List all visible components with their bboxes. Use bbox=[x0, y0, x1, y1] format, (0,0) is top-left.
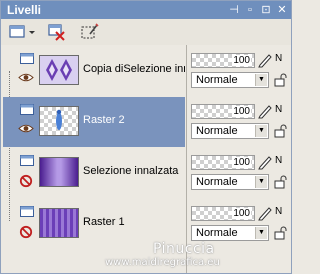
layer-thumbnail bbox=[39, 106, 79, 136]
hidden-icon[interactable] bbox=[19, 225, 33, 239]
delete-layer-icon[interactable] bbox=[47, 22, 67, 42]
layer-properties: 100 N Normale ▼ bbox=[189, 97, 291, 147]
opacity-value: 100 bbox=[232, 106, 251, 117]
layer-row[interactable]: Selezione innalzata bbox=[3, 148, 185, 198]
pen-label: N bbox=[275, 206, 283, 217]
edit-pen-icon[interactable] bbox=[257, 205, 273, 221]
layer-row[interactable]: Raster 2 bbox=[3, 97, 185, 147]
pen-label: N bbox=[275, 155, 283, 166]
new-layer-icon[interactable] bbox=[7, 22, 27, 42]
close-icon[interactable]: ✕ bbox=[275, 3, 289, 17]
watermark-name: Pinuccia bbox=[153, 241, 215, 257]
panel-title: Livelli bbox=[7, 3, 42, 17]
layer-thumbnail bbox=[39, 55, 79, 85]
layer-properties: 100 N Normale ▼ bbox=[189, 46, 291, 96]
eye-icon[interactable] bbox=[18, 72, 34, 83]
opacity-slider[interactable]: 100 bbox=[191, 155, 255, 170]
pin-icon[interactable]: ⊣ bbox=[227, 3, 241, 17]
title-bar[interactable]: Livelli ⊣ ▫ ⊡ ✕ bbox=[1, 1, 291, 19]
layer-row[interactable]: Copia diSelezione inna bbox=[3, 46, 185, 96]
chevron-down-icon[interactable]: ▼ bbox=[255, 227, 267, 239]
layer-name[interactable]: Selezione innalzata bbox=[83, 165, 185, 177]
blend-mode-select[interactable]: Normale ▼ bbox=[191, 225, 269, 241]
minimize-icon[interactable]: ▫ bbox=[243, 3, 257, 17]
eye-icon[interactable] bbox=[18, 123, 34, 134]
hidden-icon[interactable] bbox=[19, 174, 33, 188]
lock-icon[interactable] bbox=[273, 226, 287, 240]
blend-mode-select[interactable]: Normale ▼ bbox=[191, 123, 269, 139]
selection-edit-icon[interactable] bbox=[79, 22, 99, 42]
opacity-value: 100 bbox=[232, 157, 251, 168]
layers-panel: Livelli ⊣ ▫ ⊡ ✕ Copia diSelezione inna R… bbox=[0, 0, 292, 274]
blend-mode-value: Normale bbox=[196, 227, 238, 239]
layer-thumbnail bbox=[39, 157, 79, 187]
layer-name[interactable]: Raster 1 bbox=[83, 216, 185, 228]
layer-icon bbox=[20, 206, 34, 217]
layer-icon bbox=[20, 104, 34, 115]
panel-divider bbox=[186, 45, 187, 273]
opacity-value: 100 bbox=[232, 55, 251, 66]
pen-label: N bbox=[275, 53, 283, 64]
pen-label: N bbox=[275, 104, 283, 115]
edit-pen-icon[interactable] bbox=[257, 103, 273, 119]
blend-mode-value: Normale bbox=[196, 176, 238, 188]
watermark-url: www.maidiregrafica.eu bbox=[105, 257, 220, 268]
opacity-slider[interactable]: 100 bbox=[191, 53, 255, 68]
blend-mode-select[interactable]: Normale ▼ bbox=[191, 174, 269, 190]
restore-icon[interactable]: ⊡ bbox=[259, 3, 273, 17]
lock-icon[interactable] bbox=[273, 124, 287, 138]
opacity-slider[interactable]: 100 bbox=[191, 206, 255, 221]
opacity-value: 100 bbox=[232, 208, 251, 219]
edit-pen-icon[interactable] bbox=[257, 52, 273, 68]
layer-properties: 100 N Normale ▼ bbox=[189, 148, 291, 198]
chevron-down-icon[interactable]: ▼ bbox=[255, 74, 267, 86]
opacity-slider[interactable]: 100 bbox=[191, 104, 255, 119]
chevron-down-icon[interactable]: ▼ bbox=[255, 125, 267, 137]
blend-mode-value: Normale bbox=[196, 125, 238, 137]
layer-name[interactable]: Raster 2 bbox=[83, 114, 185, 126]
lock-icon[interactable] bbox=[273, 73, 287, 87]
layer-icon bbox=[20, 53, 34, 64]
blend-mode-select[interactable]: Normale ▼ bbox=[191, 72, 269, 88]
lock-icon[interactable] bbox=[273, 175, 287, 189]
dropdown-arrow-icon[interactable] bbox=[28, 22, 36, 42]
layer-thumbnail bbox=[39, 208, 79, 238]
chevron-down-icon[interactable]: ▼ bbox=[255, 176, 267, 188]
layer-toolbar bbox=[1, 19, 291, 45]
layer-icon bbox=[20, 155, 34, 166]
blend-mode-value: Normale bbox=[196, 74, 238, 86]
layer-name[interactable]: Copia diSelezione inna bbox=[83, 63, 185, 75]
edit-pen-icon[interactable] bbox=[257, 154, 273, 170]
